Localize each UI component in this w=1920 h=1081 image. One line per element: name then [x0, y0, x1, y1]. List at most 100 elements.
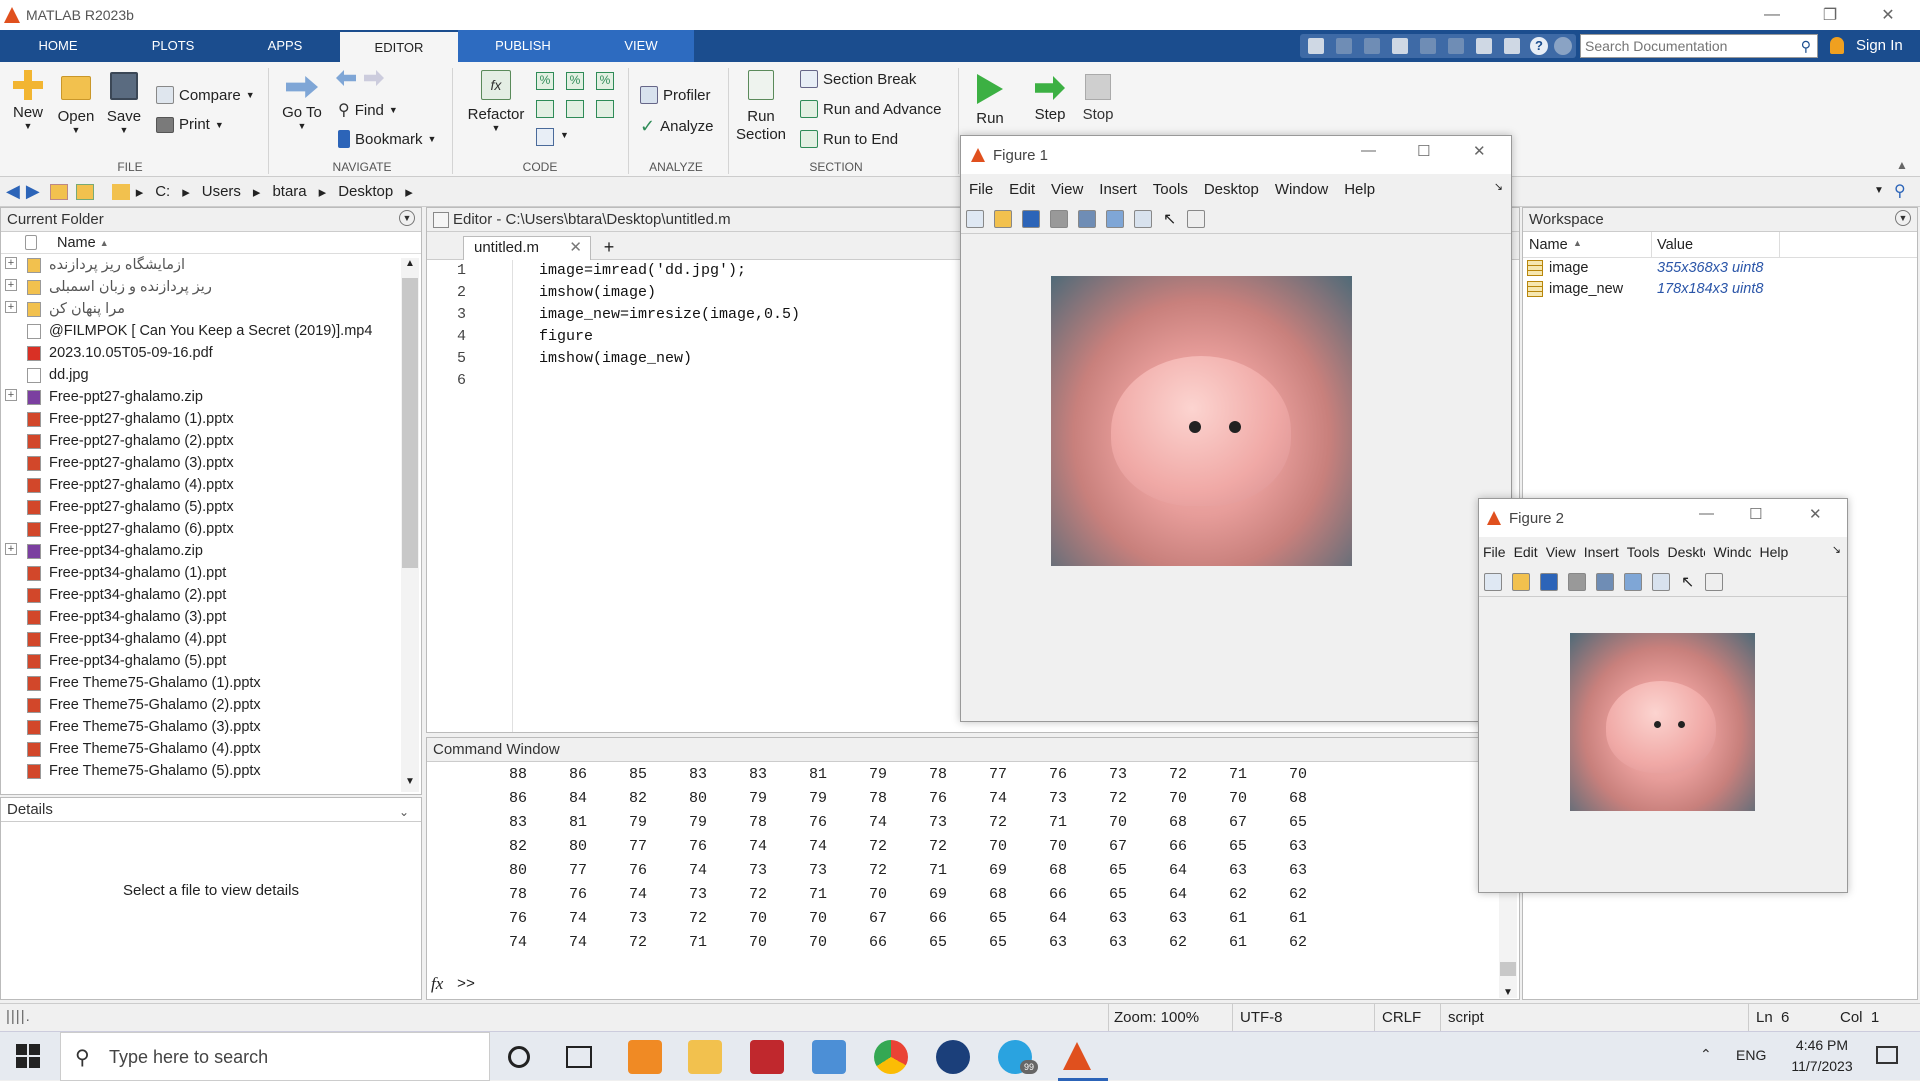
- code-line[interactable]: imshow(image_new): [539, 350, 692, 367]
- tab-apps[interactable]: APPS: [230, 30, 340, 62]
- folder-list-item[interactable]: Free Theme75-Ghalamo (5).pptx: [1, 760, 421, 782]
- property-inspector-icon[interactable]: [1187, 209, 1206, 228]
- search-input[interactable]: [1585, 36, 1785, 56]
- tab-publish[interactable]: PUBLISH: [458, 30, 588, 62]
- scroll-down-icon[interactable]: ▼: [402, 776, 418, 792]
- chrome-icon[interactable]: [874, 1040, 908, 1074]
- figure-1-close-button[interactable]: ✕: [1473, 142, 1486, 160]
- goto-button[interactable]: Go To ▼: [280, 70, 324, 131]
- folder-list-item[interactable]: Free-ppt34-ghalamo (5).ppt: [1, 650, 421, 672]
- undo-icon[interactable]: [1420, 38, 1436, 54]
- figure-menu-item[interactable]: File: [969, 181, 993, 198]
- folder-list-item[interactable]: Free-ppt34-ghalamo (2).ppt: [1, 584, 421, 606]
- notification-bell-icon[interactable]: [1830, 37, 1844, 54]
- figure-2-minimize-button[interactable]: —: [1699, 505, 1714, 522]
- edit-plot-arrow-icon[interactable]: ↖: [1681, 572, 1694, 592]
- bookmark-button[interactable]: Bookmark ▼: [338, 130, 436, 148]
- decrease-indent-icon[interactable]: [566, 100, 584, 118]
- close-tab-icon[interactable]: ✕: [569, 237, 582, 259]
- folder-list-item[interactable]: Free-ppt34-ghalamo (1).ppt: [1, 562, 421, 584]
- print-figure-icon[interactable]: [1568, 572, 1586, 591]
- expand-icon[interactable]: +: [5, 389, 17, 401]
- run-section-button[interactable]: Run Section: [734, 70, 788, 144]
- forward-icon[interactable]: ▶: [26, 181, 40, 202]
- analyze-button[interactable]: ✓ Analyze: [640, 116, 713, 137]
- minimize-button[interactable]: —: [1743, 0, 1801, 30]
- edit-plot-arrow-icon[interactable]: ↖: [1163, 209, 1176, 229]
- cortana-icon[interactable]: [508, 1046, 530, 1068]
- search-icon[interactable]: ⚲: [1801, 38, 1811, 55]
- search-folder-icon[interactable]: ⚲: [1894, 181, 1906, 201]
- folder-list-item[interactable]: Free Theme75-Ghalamo (3).pptx: [1, 716, 421, 738]
- figure-menu-item[interactable]: Tools: [1627, 544, 1660, 560]
- stop-button[interactable]: Stop: [1074, 70, 1122, 123]
- collapse-details-icon[interactable]: ⌄: [399, 800, 409, 824]
- copy-icon[interactable]: [1364, 38, 1380, 54]
- insert-legend-icon[interactable]: [1134, 209, 1152, 228]
- increase-indent-icon[interactable]: [596, 100, 614, 118]
- restore-button[interactable]: ❐: [1801, 0, 1859, 30]
- folder-list-item[interactable]: + ریز پردازنده و زبان اسمبلی: [1, 276, 421, 298]
- new-figure-icon[interactable]: [966, 209, 984, 228]
- new-figure-icon[interactable]: [1484, 572, 1502, 591]
- step-button[interactable]: Step: [1026, 70, 1074, 123]
- code-line[interactable]: imshow(image): [539, 284, 656, 301]
- breadcrumb-desktop[interactable]: Desktop: [338, 183, 393, 200]
- save-figure-icon[interactable]: [1540, 572, 1558, 591]
- expand-icon[interactable]: +: [5, 543, 17, 555]
- command-scroll-down-icon[interactable]: ▼: [1500, 987, 1516, 998]
- code-line[interactable]: image=imread('dd.jpg');: [539, 262, 746, 279]
- switch-windows-icon[interactable]: [1476, 38, 1492, 54]
- folder-list-item[interactable]: + مرا پنهان کن: [1, 298, 421, 320]
- compare-button[interactable]: Compare ▼: [156, 86, 255, 104]
- code-issues-dropdown-icon[interactable]: ▼: [560, 130, 569, 140]
- breadcrumb-user[interactable]: btara: [272, 183, 306, 200]
- workspace-actions-icon[interactable]: ▼: [1895, 210, 1911, 226]
- folder-scrollbar[interactable]: ▲ ▼: [401, 258, 419, 792]
- scroll-up-icon[interactable]: ▲: [402, 258, 418, 274]
- insert-colorbar-icon[interactable]: [1624, 572, 1642, 591]
- clock-time[interactable]: 4:46 PM: [1780, 1037, 1864, 1053]
- run-button[interactable]: Run: [966, 70, 1014, 127]
- workspace-name-header[interactable]: Name: [1529, 237, 1568, 253]
- tab-untitled-m[interactable]: untitled.m ✕: [463, 236, 591, 260]
- folder-list-item[interactable]: dd.jpg: [1, 364, 421, 386]
- layout-icon[interactable]: [1504, 38, 1520, 54]
- folder-list-item[interactable]: Free-ppt27-ghalamo (6).pptx: [1, 518, 421, 540]
- folder-list-item[interactable]: Free-ppt27-ghalamo (1).pptx: [1, 408, 421, 430]
- forward-arrow-icon[interactable]: [364, 70, 384, 86]
- browse-folder-icon[interactable]: [75, 183, 94, 200]
- app-red-icon[interactable]: [750, 1040, 784, 1074]
- task-view-icon[interactable]: [566, 1046, 592, 1068]
- figure-2-maximize-button[interactable]: ☐: [1749, 505, 1762, 523]
- comment-icon[interactable]: %: [536, 72, 554, 90]
- folder-list-item[interactable]: Free-ppt34-ghalamo (3).ppt: [1, 606, 421, 628]
- figure-menu-item[interactable]: Desktop: [1667, 544, 1705, 560]
- folder-list-item[interactable]: + Free-ppt27-ghalamo.zip: [1, 386, 421, 408]
- smart-indent-icon[interactable]: [536, 100, 554, 118]
- folder-list-item[interactable]: Free-ppt27-ghalamo (5).pptx: [1, 496, 421, 518]
- notifications-icon[interactable]: [1876, 1046, 1898, 1064]
- community-icon[interactable]: [1554, 37, 1572, 55]
- up-folder-icon[interactable]: [49, 183, 68, 200]
- sign-in-link[interactable]: Sign In: [1856, 30, 1903, 62]
- figure-1-dock-icon[interactable]: ↘: [1494, 180, 1503, 193]
- run-to-end-button[interactable]: Run to End: [800, 130, 898, 148]
- telegram-icon[interactable]: 99: [998, 1040, 1038, 1074]
- close-button[interactable]: ✕: [1859, 0, 1917, 30]
- taskbar-search-box[interactable]: ⚲ Type here to search: [60, 1032, 490, 1081]
- matlab-taskbar-icon[interactable]: [1060, 1040, 1094, 1074]
- windows-start-icon[interactable]: [16, 1044, 40, 1068]
- tab-home[interactable]: HOME: [0, 30, 116, 62]
- vpn-app-icon[interactable]: [936, 1040, 970, 1074]
- address-dropdown-icon[interactable]: ▼: [1874, 185, 1884, 196]
- find-button[interactable]: ⚲ Find ▼: [338, 100, 398, 120]
- command-prompt[interactable]: >>: [457, 976, 475, 993]
- help-icon[interactable]: ?: [1530, 37, 1548, 55]
- folder-list-item[interactable]: Free-ppt27-ghalamo (2).pptx: [1, 430, 421, 452]
- workspace-value-header[interactable]: Value: [1657, 237, 1693, 253]
- save-icon[interactable]: [1308, 38, 1324, 54]
- search-documentation-field[interactable]: ⚲: [1580, 34, 1818, 58]
- cut-icon[interactable]: [1336, 38, 1352, 54]
- new-button[interactable]: New ▼: [10, 70, 46, 131]
